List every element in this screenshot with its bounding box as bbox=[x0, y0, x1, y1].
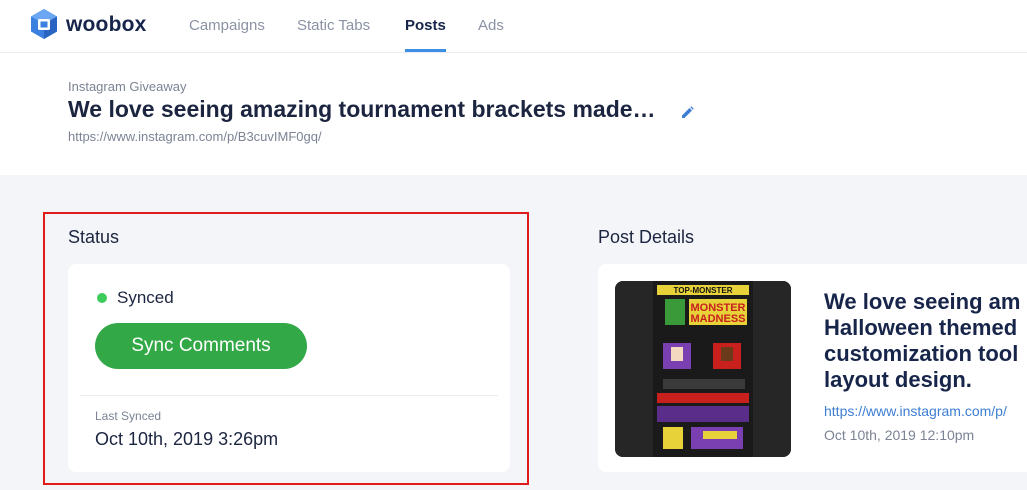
top-navigation: woobox Campaigns Static Tabs Posts Ads bbox=[0, 0, 1027, 53]
post-header: Instagram Giveaway We love seeing amazin… bbox=[0, 54, 1027, 175]
post-details-heading: Post Details bbox=[598, 227, 695, 247]
sync-comments-button[interactable]: Sync Comments bbox=[95, 323, 307, 369]
active-tab-indicator bbox=[405, 49, 446, 52]
brand-name[interactable]: woobox bbox=[66, 13, 147, 37]
status-card: Synced Sync Comments Last Synced Oct 10t… bbox=[68, 264, 510, 472]
poster-top-text: TOP-MONSTER bbox=[674, 286, 733, 295]
nav-posts[interactable]: Posts bbox=[405, 17, 446, 34]
post-thumbnail[interactable]: TOP-MONSTER MONSTER MADNESS bbox=[615, 281, 791, 457]
divider bbox=[80, 395, 498, 396]
woobox-logo-icon[interactable] bbox=[31, 9, 57, 39]
post-details-card: TOP-MONSTER MONSTER MADNESS We love seei… bbox=[598, 264, 1027, 472]
status-label: Synced bbox=[117, 288, 174, 307]
post-details-url[interactable]: https://www.instagram.com/p/ bbox=[824, 403, 1007, 419]
status-heading: Status bbox=[68, 227, 120, 247]
nav-campaigns[interactable]: Campaigns bbox=[189, 17, 265, 34]
poster-title-line2: MADNESS bbox=[690, 313, 745, 325]
nav-ads[interactable]: Ads bbox=[478, 17, 504, 34]
post-url[interactable]: https://www.instagram.com/p/B3cuvIMF0gq/ bbox=[68, 129, 322, 144]
post-caption: We love seeing am Halloween themed custo… bbox=[824, 289, 1021, 392]
post-type-label: Instagram Giveaway bbox=[68, 79, 187, 94]
post-title: We love seeing amazing tournament bracke… bbox=[68, 96, 656, 122]
status-dot-icon bbox=[97, 293, 107, 303]
last-synced-label: Last Synced bbox=[95, 409, 162, 423]
monster-madness-poster-icon: TOP-MONSTER MONSTER MADNESS bbox=[615, 281, 791, 457]
last-synced-value: Oct 10th, 2019 3:26pm bbox=[95, 429, 279, 449]
pencil-icon[interactable] bbox=[680, 106, 694, 120]
nav-static-tabs[interactable]: Static Tabs bbox=[297, 17, 370, 34]
content-area: Status Synced Sync Comments Last Synced … bbox=[0, 175, 1027, 490]
post-details-date: Oct 10th, 2019 12:10pm bbox=[824, 427, 975, 443]
